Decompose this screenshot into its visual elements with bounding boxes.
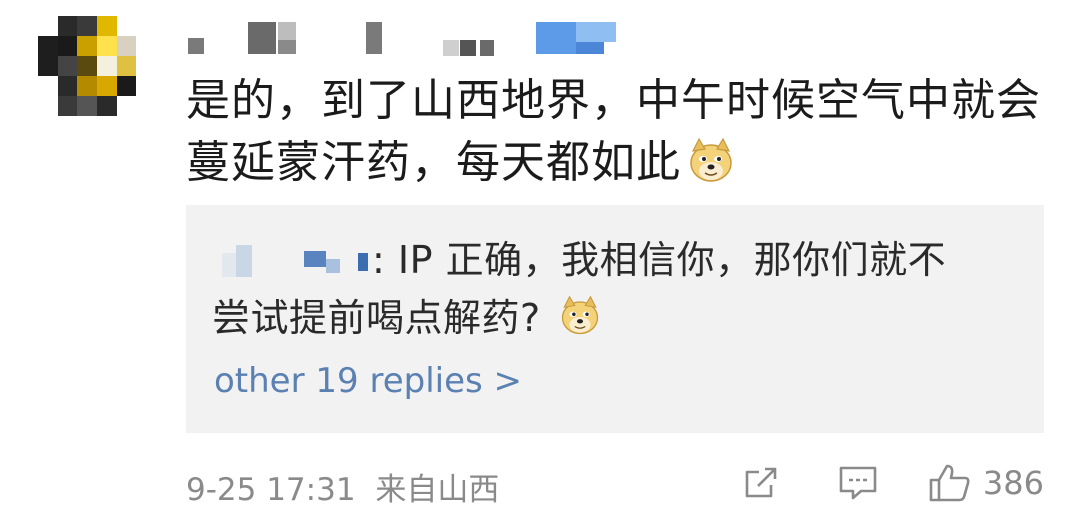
comment-location: 来自山西	[375, 472, 500, 508]
thumbs-up-icon	[927, 462, 973, 504]
comment-button[interactable]	[837, 463, 879, 503]
comment-time: 9-25 17:31	[186, 472, 356, 508]
comment-actions: 386	[741, 458, 1044, 508]
reply-line-1: : IP 正确，我相信你，那你们就不	[212, 231, 1012, 289]
like-button[interactable]: 386	[927, 462, 1044, 504]
like-count: 386	[982, 464, 1044, 502]
username-censored[interactable]	[188, 20, 638, 60]
comment-text: 是的，到了山西地界，中午时候空气中就会 蔓延蒙汗药，每天都如此	[186, 70, 1046, 202]
reply-line-2: 尝试提前喝点解药?	[212, 289, 1012, 353]
comment-footer: 9-25 17:31 来自山西 386	[186, 458, 1046, 508]
comment-icon	[837, 463, 879, 503]
doge-emoji-icon	[559, 295, 601, 353]
share-icon	[741, 463, 781, 503]
comment-line-2: 蔓延蒙汗药，每天都如此	[186, 132, 1046, 202]
doge-emoji-icon	[687, 137, 735, 202]
reply-text: : IP 正确，我相信你，那你们就不 尝试提前喝点解药?	[212, 231, 1012, 353]
comment-meta: 9-25 17:31 来自山西	[186, 464, 499, 509]
share-button[interactable]	[741, 463, 781, 503]
reply-preview[interactable]: : IP 正确，我相信你，那你们就不 尝试提前喝点解药? other 19 re…	[186, 205, 1044, 433]
comment-line-1: 是的，到了山西地界，中午时候空气中就会	[186, 75, 1041, 126]
more-replies-link[interactable]: other 19 replies >	[214, 361, 522, 401]
reply-username-censored[interactable]	[212, 245, 372, 277]
avatar[interactable]	[38, 16, 156, 116]
